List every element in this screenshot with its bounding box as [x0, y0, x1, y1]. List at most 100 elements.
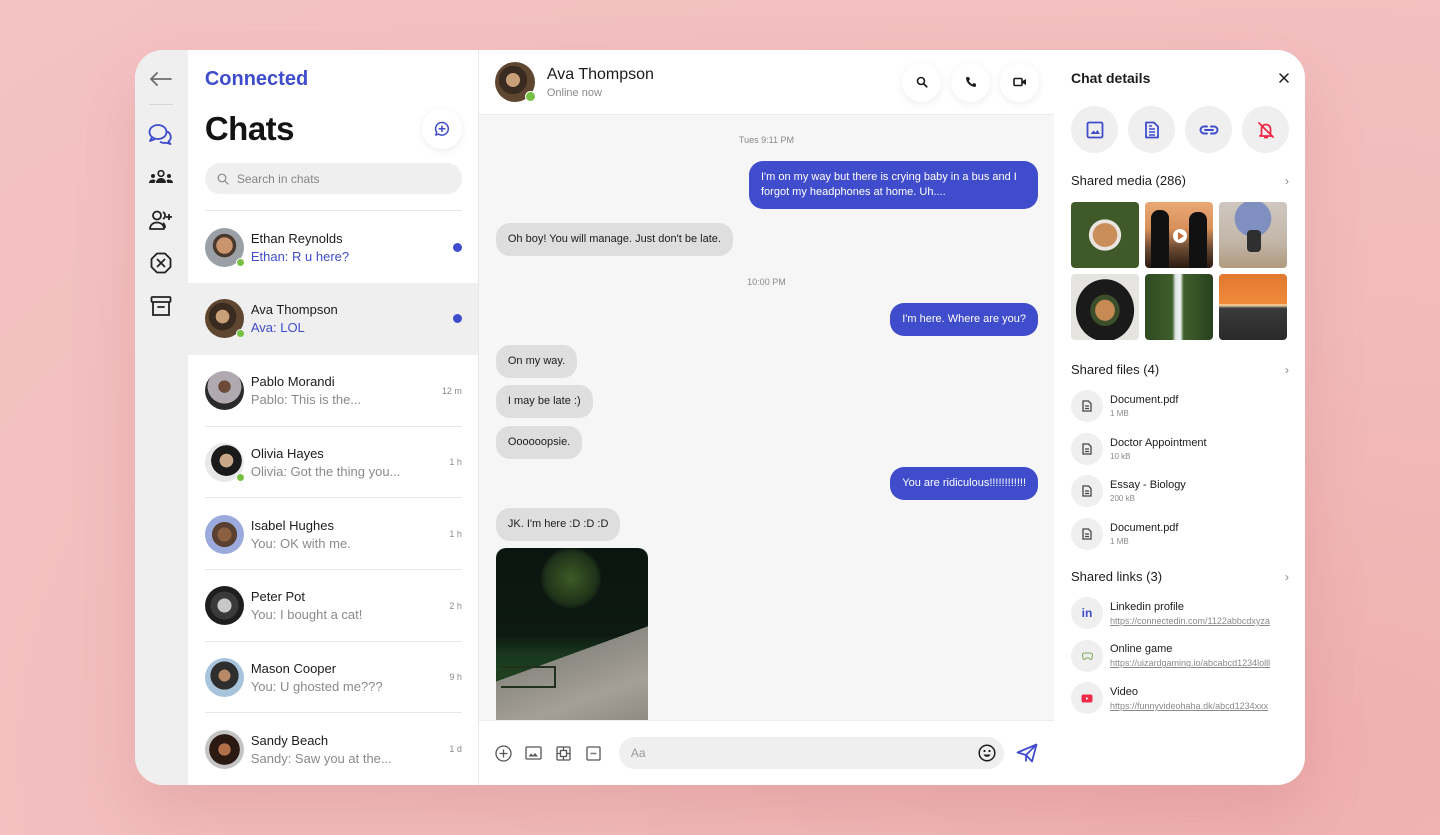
media-thumbnail[interactable]: [1145, 274, 1213, 340]
message-input[interactable]: [630, 746, 978, 760]
app-brand: Connected: [204, 68, 309, 90]
contact-name: Sandy Beach: [250, 732, 329, 748]
new-chat-button[interactable]: [421, 109, 462, 149]
media-thumbnail[interactable]: [1219, 202, 1287, 268]
file-icon: [1082, 528, 1092, 540]
youtube-icon: [1081, 694, 1093, 703]
search-input[interactable]: [236, 171, 437, 186]
file-icon: [1082, 400, 1092, 412]
message-image[interactable]: [495, 548, 648, 720]
chat-list-item[interactable]: Ethan Reynolds Ethan: R u here?: [188, 211, 478, 283]
message-time: 1 h: [449, 529, 462, 540]
link-title: Linkedin profile: [1110, 600, 1184, 613]
add-sticker-button[interactable]: [553, 742, 575, 764]
online-indicator: [235, 257, 245, 267]
link-item[interactable]: Online game https://uizardgaming.io/abcab…: [1071, 635, 1289, 678]
chat-list-item[interactable]: Isabel Hughes You: OK with me. 1 h: [188, 498, 478, 570]
octagon-x-icon: [151, 252, 172, 274]
contact-name: Ava Thompson: [546, 65, 654, 83]
mute-notifications-button[interactable]: [1242, 106, 1289, 153]
search-conversation-button[interactable]: [902, 62, 941, 102]
contact-name: Pablo Morandi: [250, 374, 335, 390]
contact-avatar[interactable]: [494, 62, 536, 102]
contact-name: Ethan Reynolds: [250, 230, 343, 246]
shared-media-header[interactable]: Shared media (286) ›: [1071, 173, 1289, 188]
search-icon: [916, 76, 928, 88]
message-time: 12 m: [441, 385, 462, 396]
nav-groups[interactable]: [148, 164, 174, 190]
link-item[interactable]: in Linkedin profile https://connectedin.c…: [1071, 592, 1289, 635]
chat-list-item[interactable]: Sandy Beach Sandy: Saw you at the... 1 d: [188, 713, 478, 785]
file-item[interactable]: Document.pdf 1 MB: [1071, 513, 1289, 556]
file-size: 1 MB: [1110, 536, 1129, 546]
media-thumbnail[interactable]: [1071, 202, 1139, 268]
nav-chats[interactable]: [148, 121, 174, 147]
chat-list-item-active[interactable]: Ava Thompson Ava: LOL: [187, 283, 478, 355]
last-message: Pablo: This is the...: [250, 392, 362, 408]
link-item[interactable]: Video https://funnyvideohaha.dk/abcd1234x…: [1071, 677, 1289, 720]
add-image-button[interactable]: [523, 742, 545, 764]
message-composer: [478, 720, 1054, 785]
avatar: [204, 657, 244, 697]
bell-off-icon: [1257, 121, 1274, 138]
unread-indicator: [452, 242, 462, 252]
message-thread[interactable]: Tues 9:11 PM I'm on my way but there is …: [479, 115, 1054, 720]
media-thumbnail-video[interactable]: [1145, 202, 1213, 268]
video-call-button[interactable]: [1000, 62, 1039, 102]
shared-files-header[interactable]: Shared files (4) ›: [1071, 362, 1289, 377]
file-item[interactable]: Doctor Appointment 10 kB: [1071, 428, 1289, 471]
view-links-button[interactable]: [1185, 106, 1232, 153]
link-url[interactable]: https://funnyvideohaha.dk/abcd1234xxx: [1110, 701, 1285, 711]
nav-archive[interactable]: [148, 293, 174, 319]
unread-indicator: [452, 314, 462, 324]
message-incoming: On my way.: [495, 345, 578, 378]
avatar: [204, 729, 244, 769]
file-icon: [1082, 443, 1092, 455]
file-size: 1 MB: [1110, 409, 1129, 419]
file-item[interactable]: Document.pdf 1 MB: [1071, 385, 1289, 428]
shared-files-label: Shared files (4): [1071, 362, 1160, 377]
messenger-window: Connected Chats Ethan Reynolds Ethan: R u…: [135, 50, 1305, 785]
timestamp: Tues 9:11 PM: [738, 135, 794, 145]
shared-links-header[interactable]: Shared links (3) ›: [1071, 569, 1289, 584]
link-url[interactable]: https://connectedin.com/1122abbcdxyza: [1110, 616, 1285, 626]
message-outgoing: I'm here. Where are you?: [890, 303, 1038, 336]
voice-call-button[interactable]: [951, 62, 990, 102]
link-url[interactable]: https://uizardgaming.io/abcabcd1234lolll: [1110, 658, 1285, 668]
emoji-button[interactable]: [978, 744, 996, 762]
link-icon: [1199, 125, 1218, 134]
view-files-button[interactable]: [1128, 106, 1175, 153]
media-thumbnail[interactable]: [1071, 274, 1139, 340]
nav-rail: [135, 50, 188, 785]
chat-bubbles-icon: [149, 124, 173, 145]
chat-list-item[interactable]: Olivia Hayes Olivia: Got the thing you...…: [188, 427, 478, 499]
file-icon: [1082, 485, 1092, 497]
conversation-header: Ava Thompson Online now: [478, 50, 1054, 115]
contact-name: Peter Pot: [250, 589, 306, 605]
message-incoming: Oh boy! You will manage. Just don't be l…: [495, 223, 733, 256]
last-message: Olivia: Got the thing you...: [250, 463, 401, 479]
add-attachment-button[interactable]: [493, 742, 515, 764]
file-name: Essay - Biology: [1110, 479, 1186, 492]
view-media-button[interactable]: [1071, 106, 1118, 153]
close-details-button[interactable]: [1279, 73, 1289, 83]
back-button[interactable]: [148, 66, 174, 92]
chat-list-item[interactable]: Pablo Morandi Pablo: This is the... 12 m: [188, 355, 478, 427]
chat-list-item[interactable]: Mason Cooper You: U ghosted me??? 9 h: [188, 642, 478, 714]
last-message: Ava: LOL: [250, 320, 305, 336]
file-item[interactable]: Essay - Biology 200 kB: [1071, 470, 1289, 513]
media-thumbnail[interactable]: [1219, 274, 1287, 340]
send-button[interactable]: [1016, 743, 1038, 763]
file-name: Document.pdf: [1110, 521, 1179, 534]
chat-list-item[interactable]: Peter Pot You: I bought a cat! 2 h: [188, 570, 478, 642]
image-icon: [525, 746, 543, 760]
user-plus-icon: [149, 210, 173, 230]
shared-media-grid: [1071, 202, 1289, 340]
nav-blocked[interactable]: [148, 250, 174, 276]
image-icon: [1086, 121, 1103, 138]
chevron-right-icon: ›: [1285, 362, 1289, 377]
nav-add-contact[interactable]: [148, 207, 174, 233]
add-gif-button[interactable]: [583, 742, 605, 764]
smiley-icon: [978, 744, 996, 762]
close-icon: [1279, 73, 1289, 83]
